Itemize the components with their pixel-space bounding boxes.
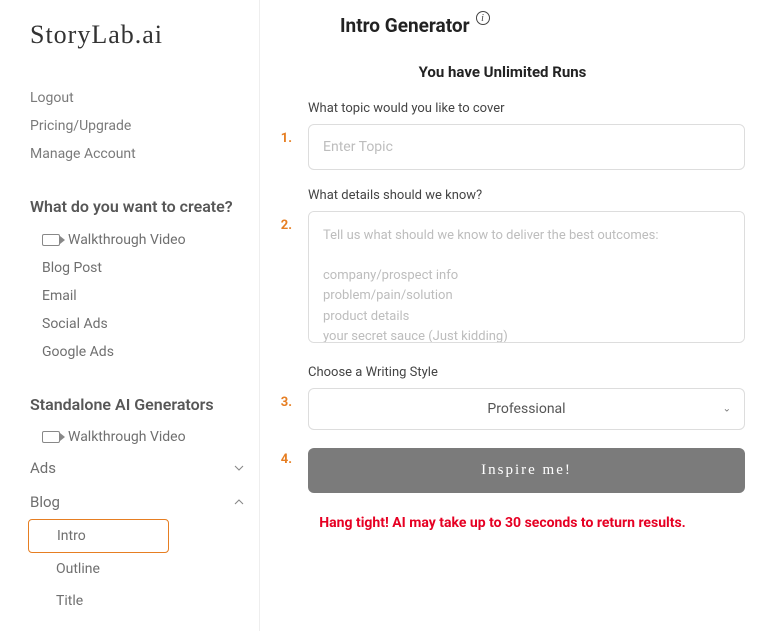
item-label: Walkthrough Video: [68, 429, 186, 445]
step-2: 2. What details should we know?: [260, 188, 745, 347]
topic-input[interactable]: [308, 124, 745, 170]
info-icon[interactable]: i: [476, 11, 490, 25]
nav-logout[interactable]: Logout: [30, 84, 259, 112]
sub-item-title[interactable]: Title: [38, 585, 259, 617]
group-label: Ads: [30, 459, 56, 477]
section-title-standalone: Standalone AI Generators: [30, 394, 259, 416]
item-label: Email: [42, 288, 77, 304]
nav-pricing[interactable]: Pricing/Upgrade: [30, 112, 259, 140]
item-label: Walkthrough Video: [68, 232, 186, 248]
label-style: Choose a Writing Style: [308, 365, 745, 380]
page-title: Intro Generator: [340, 14, 470, 37]
runs-label: You have Unlimited Runs: [260, 63, 745, 81]
item-label: Social Ads: [42, 316, 108, 332]
label-topic: What topic would you like to cover: [308, 101, 745, 116]
video-icon: [42, 234, 60, 246]
item-social-ads[interactable]: Social Ads: [30, 310, 259, 338]
item-label: Blog Post: [42, 260, 102, 276]
group-label: Blog: [30, 493, 60, 511]
nav-manage-account[interactable]: Manage Account: [30, 140, 259, 168]
sub-item-intro[interactable]: Intro: [28, 519, 169, 553]
section-title-create: What do you want to create?: [30, 196, 259, 218]
style-select[interactable]: Professional: [308, 388, 745, 430]
video-icon: [42, 431, 60, 443]
item-blog-post[interactable]: Blog Post: [30, 254, 259, 282]
step-number-3: 3.: [260, 365, 308, 430]
item-walkthrough-video[interactable]: Walkthrough Video: [30, 226, 259, 254]
wait-notice: Hang tight! AI may take up to 30 seconds…: [260, 513, 745, 534]
step-1: 1. What topic would you like to cover: [260, 101, 745, 170]
group-blog-children: Intro Outline Title: [30, 519, 259, 617]
group-blog[interactable]: Blog: [30, 485, 259, 519]
item-label: Google Ads: [42, 344, 114, 360]
step-number-1: 1.: [260, 101, 308, 170]
chevron-up-icon: [231, 494, 247, 510]
step-3: 3. Choose a Writing Style Professional ⌄: [260, 365, 745, 430]
label-details: What details should we know?: [308, 188, 745, 203]
create-list: Walkthrough Video Blog Post Email Social…: [30, 226, 259, 366]
step-number-4: 4.: [260, 448, 308, 493]
item-walkthrough-video-2[interactable]: Walkthrough Video: [30, 423, 259, 451]
item-google-ads[interactable]: Google Ads: [30, 338, 259, 366]
group-ads[interactable]: Ads: [30, 451, 259, 485]
sub-item-outline[interactable]: Outline: [38, 553, 259, 585]
details-textarea[interactable]: [308, 211, 745, 343]
style-select-wrap: Professional ⌄: [308, 388, 745, 430]
main: Intro Generator i You have Unlimited Run…: [260, 0, 773, 631]
step-number-2: 2.: [260, 188, 308, 347]
step-4: 4. Inspire me!: [260, 448, 745, 493]
logo: StoryLab.ai: [30, 20, 259, 50]
page-title-row: Intro Generator i: [260, 14, 745, 37]
item-email[interactable]: Email: [30, 282, 259, 310]
sidebar: StoryLab.ai Logout Pricing/Upgrade Manag…: [0, 0, 260, 631]
top-links: Logout Pricing/Upgrade Manage Account: [30, 84, 259, 168]
chevron-down-icon: [231, 460, 247, 476]
inspire-button[interactable]: Inspire me!: [308, 448, 745, 493]
